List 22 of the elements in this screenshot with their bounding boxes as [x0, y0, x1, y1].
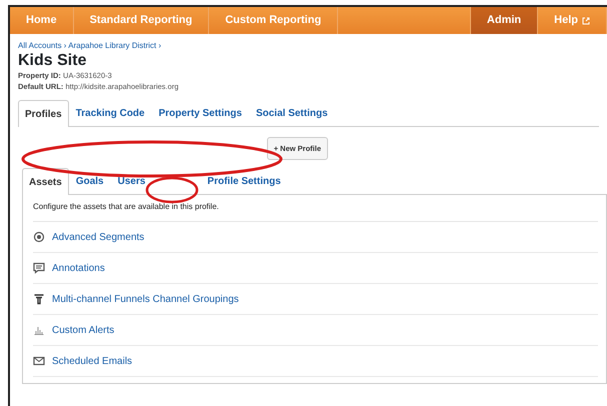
tab[interactable]: Social Settings — [248, 100, 335, 126]
tab[interactable]: Users — [110, 168, 152, 194]
tab[interactable]: Goals — [68, 168, 111, 194]
tab[interactable]: Property Settings — [152, 100, 249, 126]
segments-icon — [33, 231, 45, 244]
asset-link[interactable]: Annotations — [52, 260, 105, 276]
envelope-icon — [33, 355, 45, 368]
asset-link[interactable]: Scheduled Emails — [52, 354, 132, 369]
tab[interactable]: Assets — [22, 168, 69, 196]
funnel-icon — [33, 293, 45, 306]
asset-link[interactable]: Advanced Segments — [52, 230, 144, 245]
bar-chart-icon — [33, 324, 45, 336]
breadcrumb: All Accounts › Arapahoe Library District › — [18, 40, 162, 52]
tab[interactable]: Profiles — [18, 100, 69, 128]
tab[interactable]: Tracking Code — [68, 100, 152, 126]
page-title: Kids Site — [18, 52, 88, 70]
nav-tab[interactable]: Admin — [470, 7, 538, 34]
speech-bubble-icon — [33, 262, 45, 274]
description: Configure the assets that are available in this profile. — [33, 201, 598, 222]
asset-link[interactable]: Custom Alerts — [52, 322, 114, 338]
asset-link[interactable]: Multi-channel Funnels Channel Groupings — [52, 292, 239, 307]
tab[interactable]: Profile Settings — [200, 168, 288, 194]
